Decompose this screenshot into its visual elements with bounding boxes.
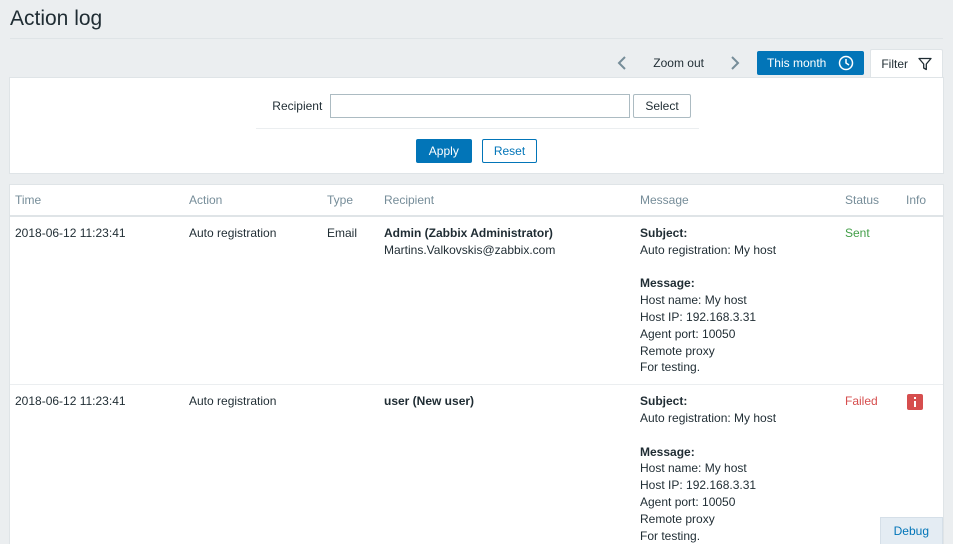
cell-status: Sent xyxy=(840,216,901,386)
action-log-table: Time Action Type Recipient Message Statu… xyxy=(9,184,944,544)
reset-button[interactable]: Reset xyxy=(481,139,538,163)
recipient-input[interactable] xyxy=(330,94,631,118)
apply-button[interactable]: Apply xyxy=(415,139,472,163)
zoom-out-button[interactable]: Zoom out xyxy=(636,51,721,75)
column-header-status: Status xyxy=(840,185,901,217)
message-line: For testing. xyxy=(640,528,701,543)
cell-type: Email xyxy=(322,216,379,386)
cell-time: 2018-06-12 11:23:41 xyxy=(10,216,184,386)
time-period-tab[interactable]: This month xyxy=(756,51,865,75)
filter-actions: Apply Reset xyxy=(10,139,943,163)
column-header-action: Action xyxy=(184,185,322,217)
error-info-icon[interactable] xyxy=(907,394,923,411)
cell-recipient: Admin (Zabbix Administrator) Martins.Val… xyxy=(379,216,635,386)
title-divider xyxy=(10,38,943,39)
recipient-name: Admin (Zabbix Administrator) xyxy=(384,226,553,240)
filter-tab[interactable]: Filter xyxy=(870,49,943,77)
table-row: 2018-06-12 11:23:41 Auto registration us… xyxy=(10,384,943,544)
filter-divider xyxy=(256,128,699,129)
message-label: Message: xyxy=(640,276,695,291)
column-header-type: Type xyxy=(322,185,379,217)
page-title: Action log xyxy=(10,7,103,30)
debug-button[interactable]: Debug xyxy=(879,517,943,544)
time-period-label: This month xyxy=(766,56,827,70)
message-line: For testing. xyxy=(640,360,701,375)
subject-label: Subject: xyxy=(640,226,688,240)
cell-message: Subject: Auto registration: My host Mess… xyxy=(635,216,840,386)
chevron-left-icon xyxy=(617,56,626,70)
message-line: Host IP: 192.168.3.31 xyxy=(640,478,757,493)
time-filter-bar: Zoom out This month Filter xyxy=(608,49,943,77)
table-row: 2018-06-12 11:23:41 Auto registration Em… xyxy=(10,216,943,386)
message-line: Host name: My host xyxy=(640,461,747,476)
select-recipient-button[interactable]: Select xyxy=(633,94,691,118)
cell-time: 2018-06-12 11:23:41 xyxy=(10,384,184,544)
next-period-button[interactable] xyxy=(721,51,749,75)
funnel-icon xyxy=(918,57,932,70)
cell-info xyxy=(901,216,943,386)
column-header-message: Message xyxy=(635,185,840,217)
recipient-email: Martins.Valkovskis@zabbix.com xyxy=(384,242,556,257)
column-header-info: Info xyxy=(901,185,943,217)
column-header-recipient: Recipient xyxy=(379,185,635,217)
cell-message: Subject: Auto registration: My host Mess… xyxy=(635,384,840,544)
message-line: Remote proxy xyxy=(640,343,715,358)
message-line: Agent port: 10050 xyxy=(640,326,736,341)
recipient-label: Recipient xyxy=(272,99,323,113)
subject-text: Auto registration: My host xyxy=(640,410,777,425)
recipient-filter-row: Recipient Select xyxy=(10,94,943,118)
chevron-right-icon xyxy=(731,56,740,70)
message-line: Host name: My host xyxy=(640,293,747,308)
clock-icon xyxy=(839,55,854,71)
filter-tab-label: Filter xyxy=(881,56,908,71)
message-line: Remote proxy xyxy=(640,511,715,526)
recipient-name: user (New user) xyxy=(384,394,475,409)
message-label: Message: xyxy=(640,444,695,459)
subject-label: Subject: xyxy=(640,394,688,409)
cell-type xyxy=(322,384,379,544)
table-header-row: Time Action Type Recipient Message Statu… xyxy=(10,185,943,217)
subject-text: Auto registration: My host xyxy=(640,242,777,257)
cell-recipient: user (New user) xyxy=(379,384,635,544)
cell-action: Auto registration xyxy=(184,384,322,544)
message-line: Host IP: 192.168.3.31 xyxy=(640,309,757,324)
column-header-time: Time xyxy=(10,185,184,217)
cell-action: Auto registration xyxy=(184,216,322,386)
filter-panel: Recipient Select Apply Reset xyxy=(9,77,944,174)
previous-period-button[interactable] xyxy=(608,51,636,75)
message-line: Agent port: 10050 xyxy=(640,494,736,509)
